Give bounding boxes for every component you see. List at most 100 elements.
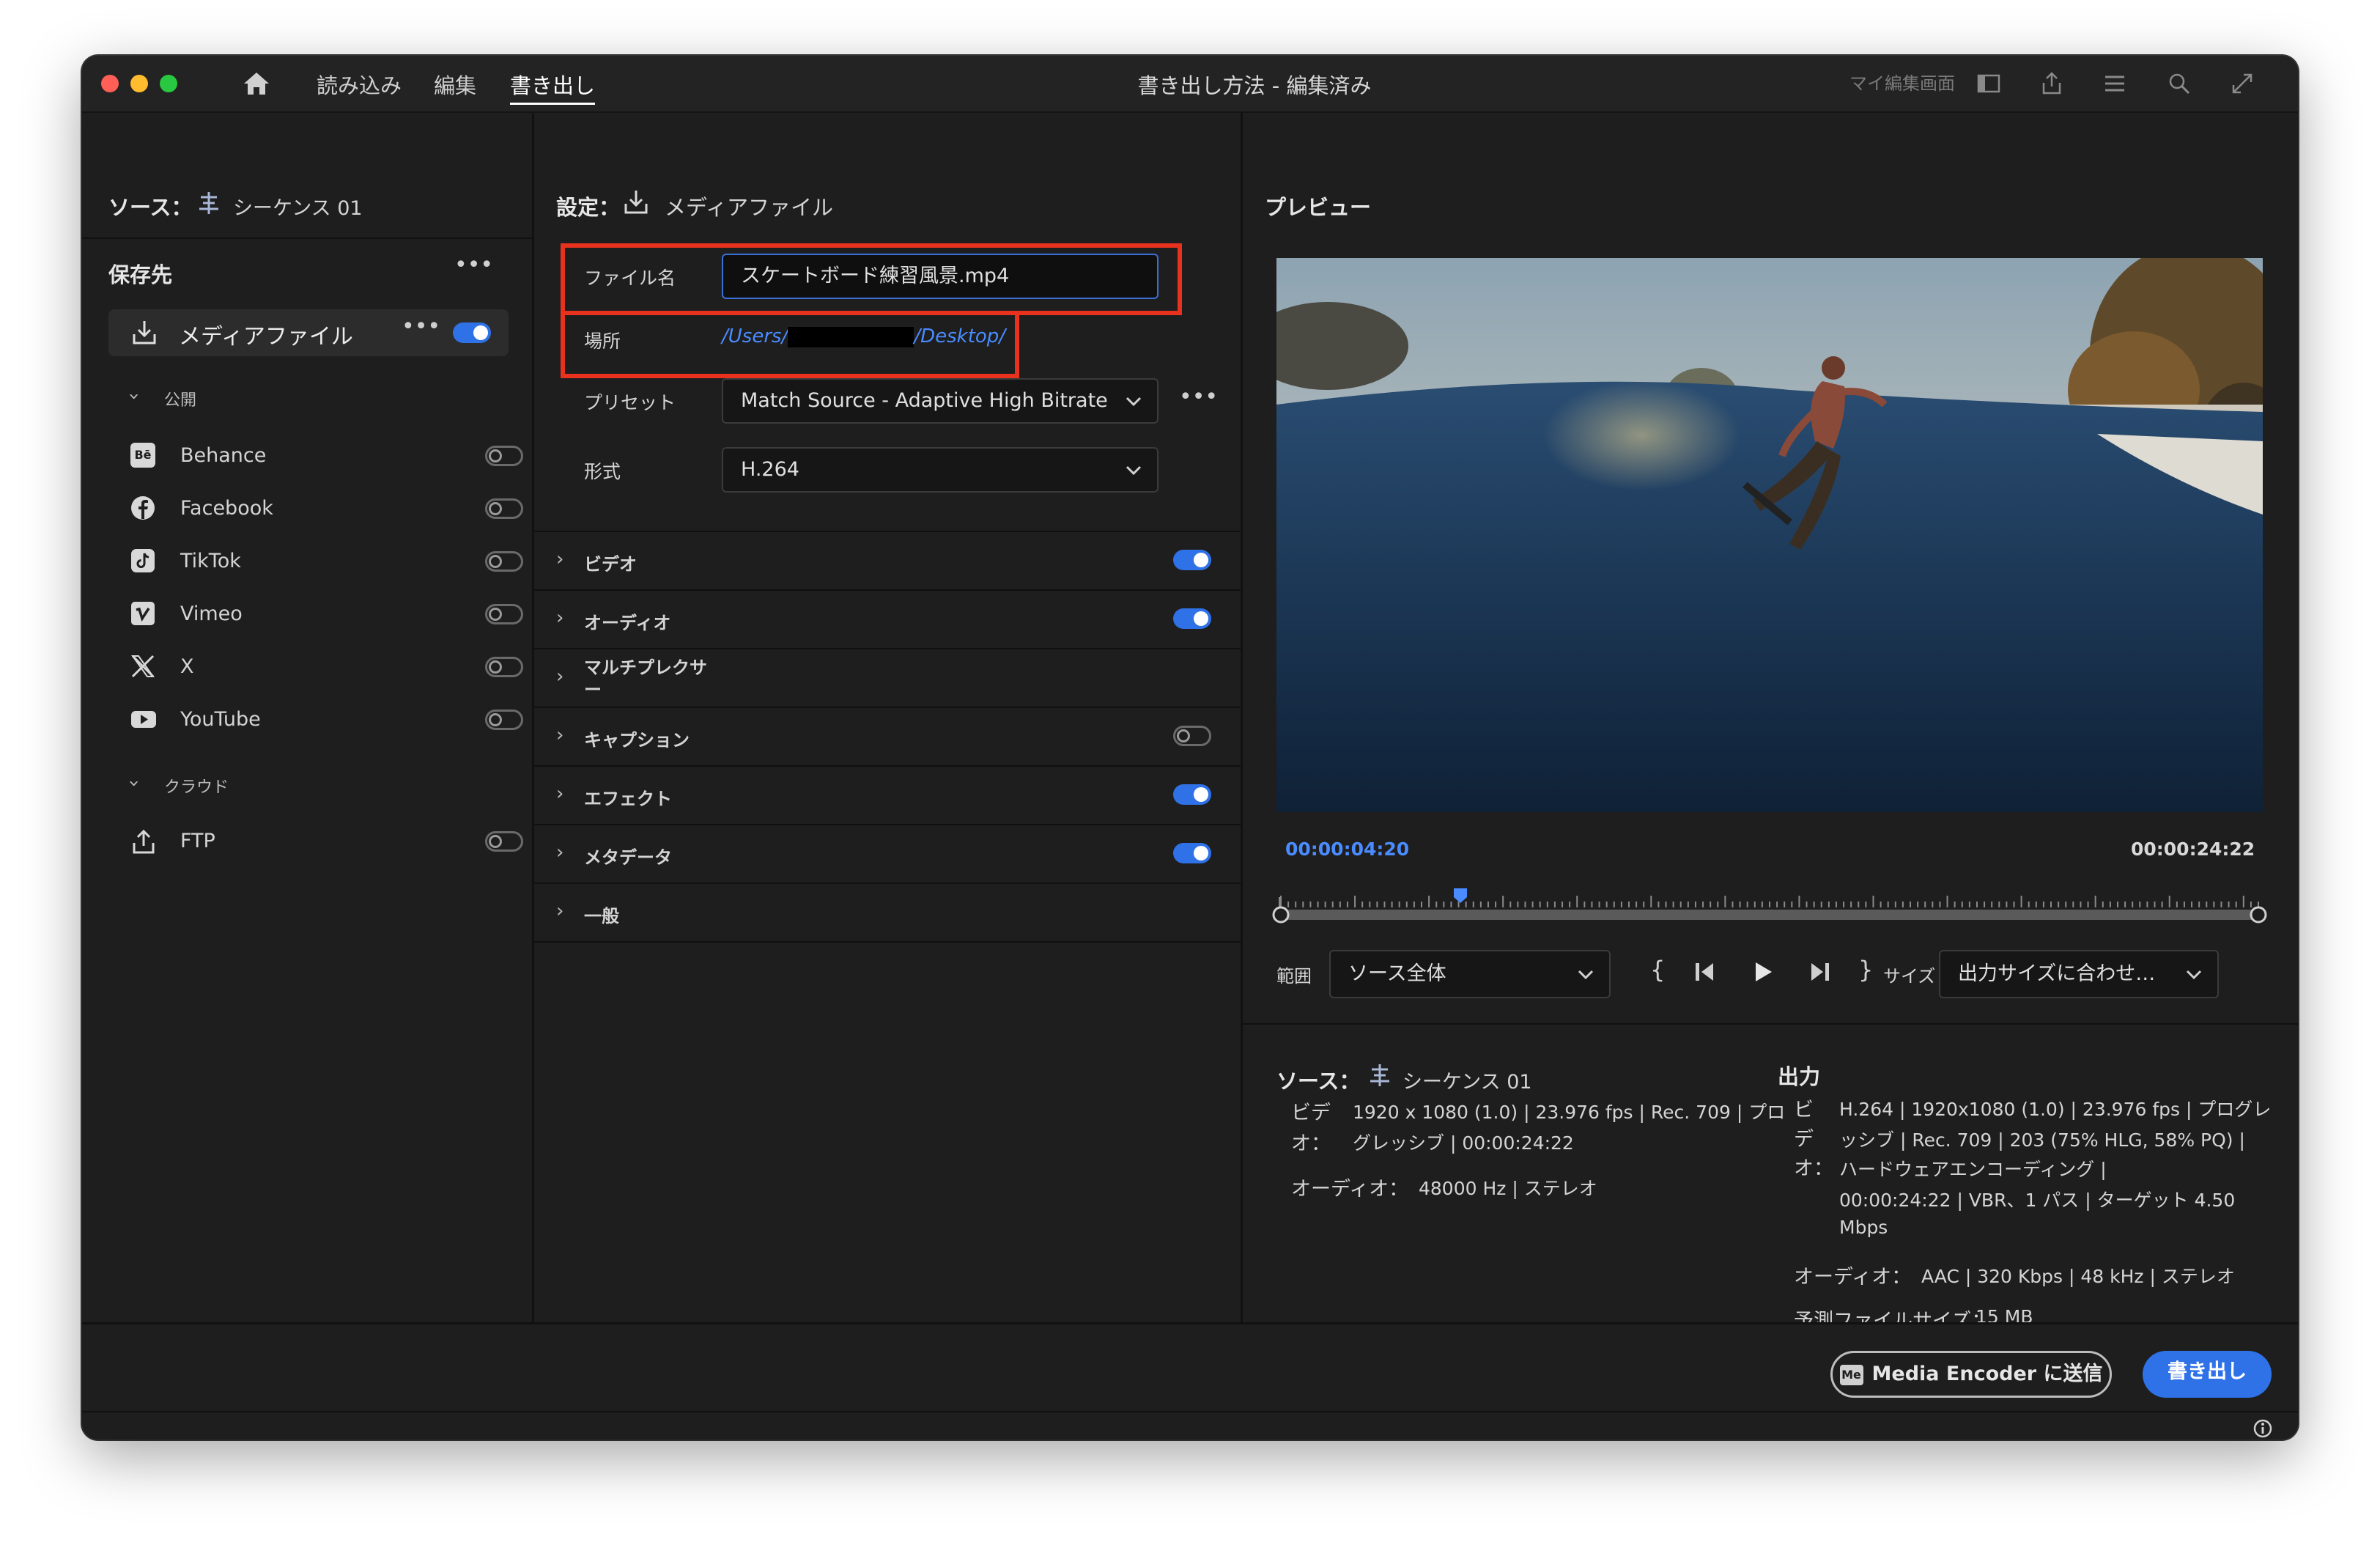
tiktok-toggle[interactable] — [485, 551, 523, 572]
section-label: キャプション — [584, 730, 690, 751]
summary-output-label: 出力 — [1778, 1064, 1821, 1089]
youtube-icon — [131, 711, 156, 728]
info-icon[interactable] — [2252, 1418, 2273, 1439]
cloud-item-ftp[interactable]: FTP — [119, 821, 523, 865]
chevron-down-icon — [1126, 397, 1142, 407]
timeline-scrubber[interactable] — [1272, 882, 2269, 926]
fullscreen-icon[interactable] — [2229, 70, 2255, 97]
mark-in-icon[interactable]: { — [1650, 956, 1665, 984]
total-duration: 00:00:24:22 — [2131, 838, 2255, 860]
format-value: H.264 — [741, 458, 799, 481]
mark-out-icon[interactable]: } — [1858, 956, 1873, 984]
behance-toggle[interactable] — [485, 446, 523, 466]
section-general[interactable]: › 一般 — [534, 884, 1241, 941]
filename-input[interactable]: スケートボード練習風景.mp4 — [722, 254, 1158, 299]
window-title: 書き出し方法 - 編集済み — [1137, 73, 1372, 98]
minimize-window-button[interactable] — [130, 75, 148, 92]
skateboard-preview-image — [1276, 258, 2263, 812]
publish-item-behance[interactable]: Bē Behance — [119, 435, 523, 479]
footer-bar: Me Media Encoder に送信 書き出し — [82, 1322, 2298, 1440]
output-video-label: オ： — [1794, 1157, 1833, 1180]
destination-header: 保存先 — [108, 262, 173, 287]
send-to-media-encoder-label: Media Encoder に送信 — [1871, 1363, 2103, 1385]
metadata-toggle[interactable] — [1173, 843, 1211, 863]
output-video-label: デ — [1794, 1128, 1814, 1151]
location-suffix: /Desktop/ — [914, 325, 1006, 347]
x-toggle[interactable] — [485, 657, 523, 677]
vimeo-toggle[interactable] — [485, 604, 523, 624]
section-label: ビデオ — [584, 554, 637, 575]
vimeo-icon — [131, 602, 155, 625]
preset-more-button[interactable]: ••• — [1179, 384, 1218, 410]
video-toggle[interactable] — [1173, 550, 1211, 570]
facebook-toggle[interactable] — [485, 498, 523, 519]
section-captions[interactable]: › キャプション — [534, 708, 1241, 765]
publish-item-label: X — [180, 655, 194, 678]
step-back-icon[interactable] — [1691, 960, 1721, 984]
effects-toggle[interactable] — [1173, 784, 1211, 805]
source-video-label: オ： — [1291, 1132, 1331, 1155]
section-video[interactable]: › ビデオ — [534, 532, 1241, 589]
chevron-down-icon — [1126, 465, 1142, 476]
source-video-label: ビデ — [1291, 1102, 1331, 1124]
section-effects[interactable]: › エフェクト — [534, 767, 1241, 824]
share-icon[interactable] — [2039, 70, 2065, 97]
expand-chevron-icon: › — [556, 724, 564, 746]
location-link[interactable]: /Users/ /Desktop/ — [722, 325, 1005, 347]
send-to-media-encoder-button[interactable]: Me Media Encoder に送信 — [1830, 1351, 2112, 1398]
destination-more-button[interactable]: ••• — [454, 252, 493, 278]
media-file-more-button[interactable]: ••• — [402, 314, 440, 339]
section-multiplexer[interactable]: › マルチプレクサー — [534, 649, 1241, 707]
publish-item-label: Behance — [180, 444, 267, 467]
nav-export[interactable]: 書き出し — [510, 69, 596, 105]
publish-item-x[interactable]: X — [119, 646, 523, 690]
source-audio-label: オーディオ： — [1291, 1178, 1409, 1201]
workspace-label[interactable]: マイ編集画面 — [1849, 69, 1955, 95]
publish-item-vimeo[interactable]: Vimeo — [119, 594, 523, 638]
source-sequence-name: シーケンス 01 — [233, 197, 363, 220]
home-icon[interactable] — [242, 70, 271, 97]
close-window-button[interactable] — [101, 75, 119, 92]
range-dropdown[interactable]: ソース全体 — [1329, 950, 1611, 998]
source-audio-detail: 48000 Hz | ステレオ — [1419, 1178, 1597, 1199]
publish-collapse-chevron-icon[interactable]: › — [123, 393, 145, 400]
captions-toggle[interactable] — [1173, 726, 1211, 746]
export-button[interactable]: 書き出し — [2143, 1351, 2272, 1398]
preview-video-frame[interactable] — [1276, 258, 2263, 812]
preset-dropdown[interactable]: Match Source - Adaptive High Bitrate — [722, 378, 1158, 424]
audio-toggle[interactable] — [1173, 608, 1211, 629]
ftp-toggle[interactable] — [485, 831, 523, 852]
current-timecode[interactable]: 00:00:04:20 — [1285, 838, 1409, 860]
search-help-icon[interactable] — [2166, 70, 2192, 97]
play-icon[interactable] — [1750, 960, 1775, 984]
source-video-detail: 1920 x 1080 (1.0) | 23.976 fps | Rec. 70… — [1353, 1102, 1786, 1123]
zoom-window-button[interactable] — [160, 75, 177, 92]
format-dropdown[interactable]: H.264 — [722, 447, 1158, 493]
location-label: 場所 — [584, 331, 621, 352]
publish-header: 公開 — [164, 391, 197, 410]
nav-import[interactable]: 読み込み — [317, 69, 402, 100]
publish-item-label: YouTube — [180, 708, 261, 731]
youtube-toggle[interactable] — [485, 710, 523, 730]
nav-edit[interactable]: 編集 — [434, 69, 476, 100]
cloud-collapse-chevron-icon[interactable]: › — [123, 780, 145, 787]
section-metadata[interactable]: › メタデータ — [534, 825, 1241, 882]
chevron-down-icon — [2186, 970, 2202, 980]
panel-layout-icon[interactable] — [1976, 70, 2002, 97]
queue-icon[interactable] — [2102, 70, 2128, 97]
preset-value: Match Source - Adaptive High Bitrate — [741, 389, 1108, 412]
publish-item-tiktok[interactable]: TikTok — [119, 541, 523, 585]
range-label: 範囲 — [1276, 966, 1312, 987]
section-label: エフェクト — [584, 789, 672, 809]
media-file-destination[interactable]: メディアファイル ••• — [108, 309, 509, 356]
media-file-label: メディアファイル — [179, 324, 353, 350]
cloud-header: クラウド — [164, 778, 229, 797]
section-audio[interactable]: › オーディオ — [534, 591, 1241, 648]
size-dropdown[interactable]: 出力サイズに合わせ… — [1939, 950, 2219, 998]
publish-item-youtube[interactable]: YouTube — [119, 699, 523, 743]
media-file-toggle[interactable] — [453, 322, 491, 343]
step-forward-icon[interactable] — [1804, 960, 1833, 984]
publish-item-facebook[interactable]: Facebook — [119, 488, 523, 532]
cloud-item-label: FTP — [180, 830, 215, 852]
size-value: 出力サイズに合わせ… — [1958, 962, 2156, 985]
